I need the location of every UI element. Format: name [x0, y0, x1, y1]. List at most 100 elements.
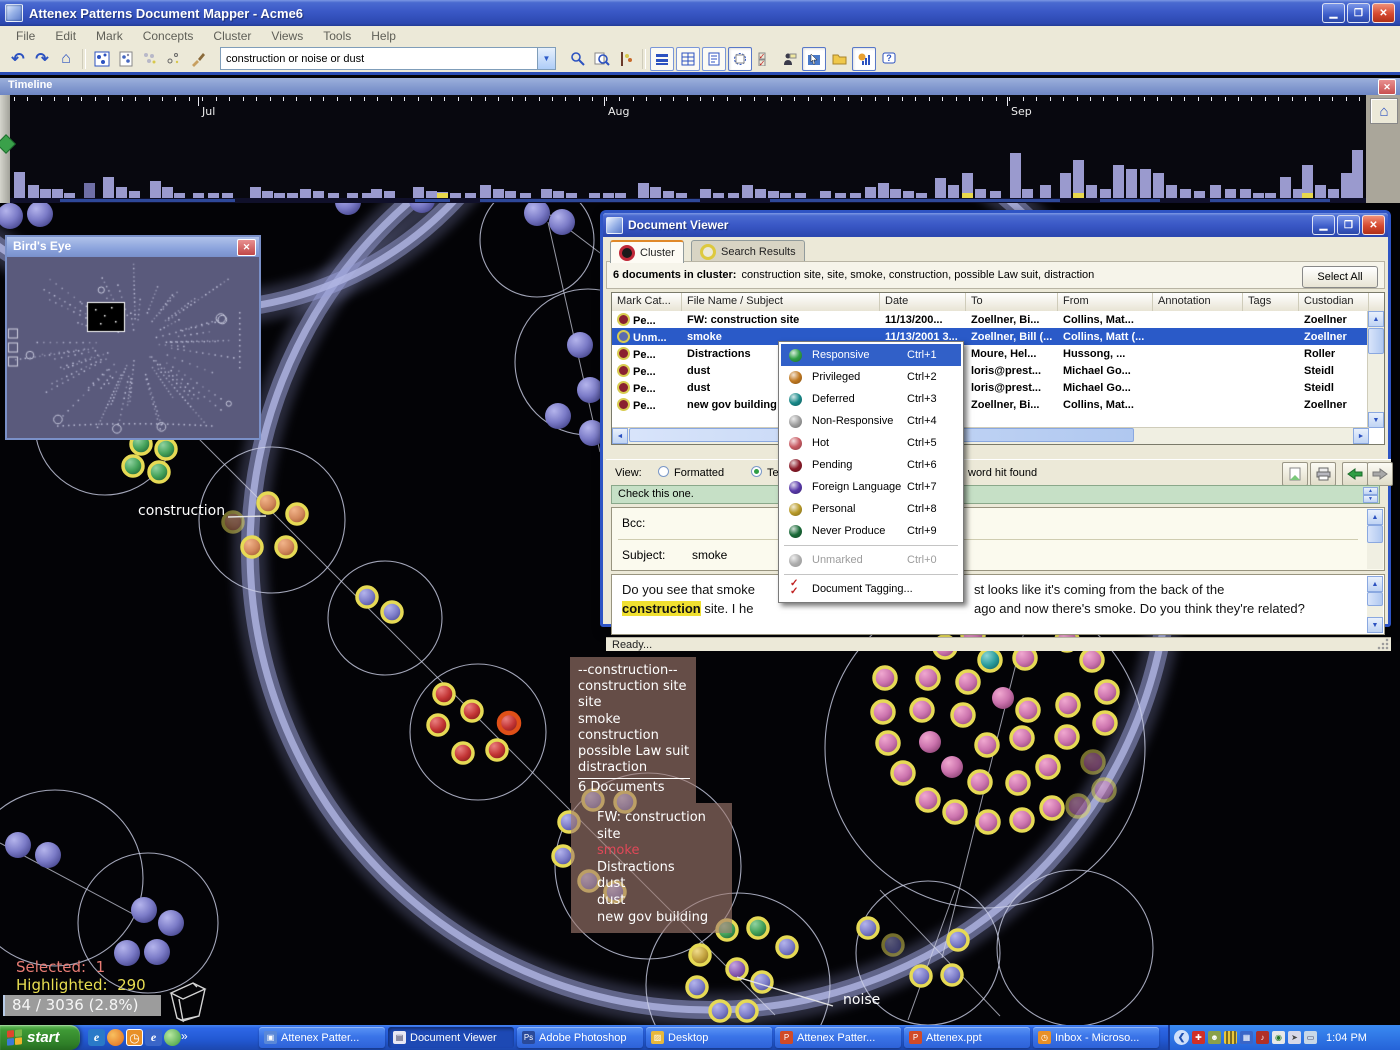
- table-horizontal-scrollbar[interactable]: ◄ ►: [612, 427, 1369, 444]
- column-header-date[interactable]: Date: [880, 293, 966, 311]
- timeline-bar[interactable]: [28, 185, 39, 198]
- timeline-bar[interactable]: [650, 187, 661, 198]
- timeline-bar[interactable]: [948, 185, 959, 198]
- mark-checklist-button[interactable]: ✓✓: [754, 48, 776, 70]
- document-dot[interactable]: [5, 832, 31, 858]
- document-dot[interactable]: [911, 966, 931, 986]
- timeline-bar[interactable]: [1140, 169, 1151, 198]
- document-dot[interactable]: [948, 930, 968, 950]
- minimize-button[interactable]: ▁: [1322, 3, 1345, 23]
- task-button-inbox-microso[interactable]: ◷Inbox - Microso...: [1033, 1027, 1159, 1048]
- document-dot[interactable]: [144, 939, 170, 965]
- timeline-bar[interactable]: [493, 189, 504, 198]
- timeline-bar[interactable]: [262, 191, 273, 198]
- timeline-bar[interactable]: [40, 189, 51, 198]
- timeline-bar[interactable]: [250, 187, 261, 198]
- document-dot[interactable]: [156, 439, 176, 459]
- document-dot[interactable]: [1017, 699, 1039, 721]
- table-cell[interactable]: Michael Go...: [1058, 382, 1153, 394]
- document-dot[interactable]: [1096, 681, 1118, 703]
- menu-cluster[interactable]: Cluster: [203, 29, 261, 43]
- timeline-bar[interactable]: [84, 183, 95, 198]
- document-dot[interactable]: [944, 801, 966, 823]
- document-dot[interactable]: [917, 789, 939, 811]
- timeline-view-button[interactable]: [728, 47, 752, 71]
- document-dot[interactable]: [883, 935, 903, 955]
- timeline-bar[interactable]: [1194, 191, 1205, 198]
- document-dot[interactable]: [149, 462, 169, 482]
- document-dot[interactable]: [549, 209, 575, 235]
- menu-item-deferred[interactable]: DeferredCtrl+3: [781, 388, 961, 410]
- table-cell[interactable]: 11/13/200...: [880, 314, 966, 326]
- document-dot[interactable]: [1011, 727, 1033, 749]
- timeline-bar[interactable]: [553, 191, 564, 198]
- timeline-bar[interactable]: [1280, 177, 1291, 198]
- timeline-bar[interactable]: [865, 187, 876, 198]
- timeline-bar[interactable]: [1126, 169, 1137, 198]
- messenger-user-icon[interactable]: ☻: [1208, 1031, 1221, 1044]
- document-dot[interactable]: [1041, 797, 1063, 819]
- document-dot[interactable]: [223, 512, 243, 532]
- timeline-bar[interactable]: [1315, 185, 1326, 198]
- help-button[interactable]: ?: [878, 48, 900, 70]
- timeline-bar[interactable]: [638, 183, 649, 198]
- document-dot[interactable]: [35, 842, 61, 868]
- search-dropdown-button[interactable]: ▼: [537, 48, 555, 69]
- dv-maximize-button[interactable]: ❐: [1337, 215, 1360, 235]
- timeline-bar[interactable]: [129, 191, 140, 198]
- previous-hit-button[interactable]: [1342, 462, 1368, 486]
- menu-item-never-produce[interactable]: Never ProduceCtrl+9: [781, 520, 961, 542]
- document-dot[interactable]: [992, 687, 1014, 709]
- timeline-bar[interactable]: [755, 189, 766, 198]
- document-dot[interactable]: [123, 456, 143, 476]
- document-dot[interactable]: [872, 701, 894, 723]
- table-row[interactable]: Pe...dustloris@prest...Michael Go...Stei…: [612, 379, 1384, 396]
- timeline-bar[interactable]: [384, 191, 395, 198]
- task-button-attenex-patter[interactable]: ▣Attenex Patter...: [259, 1027, 385, 1048]
- timeline-bar[interactable]: [371, 189, 382, 198]
- undo-button[interactable]: ↶: [6, 47, 30, 71]
- document-dot[interactable]: [158, 910, 184, 936]
- timeline-bar[interactable]: [1040, 185, 1051, 198]
- timeline-bar[interactable]: [1180, 189, 1191, 198]
- quick-launch-ie-icon[interactable]: e: [88, 1029, 105, 1046]
- timeline-bar[interactable]: [1341, 173, 1352, 198]
- table-row[interactable]: Pe...dustloris@prest...Michael Go...Stei…: [612, 362, 1384, 379]
- task-button-adobe-photoshop[interactable]: PsAdobe Photoshop: [517, 1027, 643, 1048]
- tray-collapse-chevron[interactable]: ❮: [1174, 1030, 1189, 1045]
- document-dot[interactable]: [969, 771, 991, 793]
- document-dot[interactable]: [567, 332, 593, 358]
- quick-launch-overflow-chevron[interactable]: »: [181, 1029, 188, 1043]
- column-header-mark-cat[interactable]: Mark Cat...: [612, 293, 682, 311]
- column-header-file-name-subject[interactable]: File Name / Subject: [682, 293, 880, 311]
- display-settings-icon[interactable]: ▭: [1304, 1031, 1317, 1044]
- document-dot[interactable]: [957, 671, 979, 693]
- document-dot[interactable]: [1081, 649, 1103, 671]
- birds-eye-title[interactable]: Bird's Eye ✕: [7, 237, 259, 257]
- document-dot[interactable]: [942, 965, 962, 985]
- document-dot[interactable]: [553, 846, 573, 866]
- menu-concepts[interactable]: Concepts: [133, 29, 204, 43]
- menu-file[interactable]: File: [6, 29, 45, 43]
- timeline-bar[interactable]: [505, 191, 516, 198]
- task-button-desktop[interactable]: ▨Desktop: [646, 1027, 772, 1048]
- menu-mark[interactable]: Mark: [86, 29, 133, 43]
- document-dot[interactable]: [428, 715, 448, 735]
- list-view-button[interactable]: [650, 47, 674, 71]
- document-dot[interactable]: [976, 734, 998, 756]
- radio-text[interactable]: [751, 466, 762, 477]
- table-cell[interactable]: Zoellner, Bi...: [966, 314, 1058, 326]
- document-dot[interactable]: [453, 743, 473, 763]
- timeline-close-icon[interactable]: ✕: [1378, 79, 1396, 95]
- document-dot[interactable]: [777, 937, 797, 957]
- dv-close-button[interactable]: ✕: [1362, 215, 1385, 235]
- menu-views[interactable]: Views: [261, 29, 313, 43]
- timeline-histogram[interactable]: JulAugSep ⌂: [0, 95, 1400, 203]
- mouse-settings-icon[interactable]: ➤: [1288, 1031, 1301, 1044]
- task-button-document-viewer[interactable]: ▤Document Viewer: [388, 1027, 514, 1048]
- timeline-bar[interactable]: [413, 187, 424, 198]
- document-view-button[interactable]: [702, 47, 726, 71]
- document-dot[interactable]: [258, 493, 278, 513]
- map-pointer-button[interactable]: [802, 47, 826, 71]
- task-button-attenex-patter[interactable]: PAttenex Patter...: [775, 1027, 901, 1048]
